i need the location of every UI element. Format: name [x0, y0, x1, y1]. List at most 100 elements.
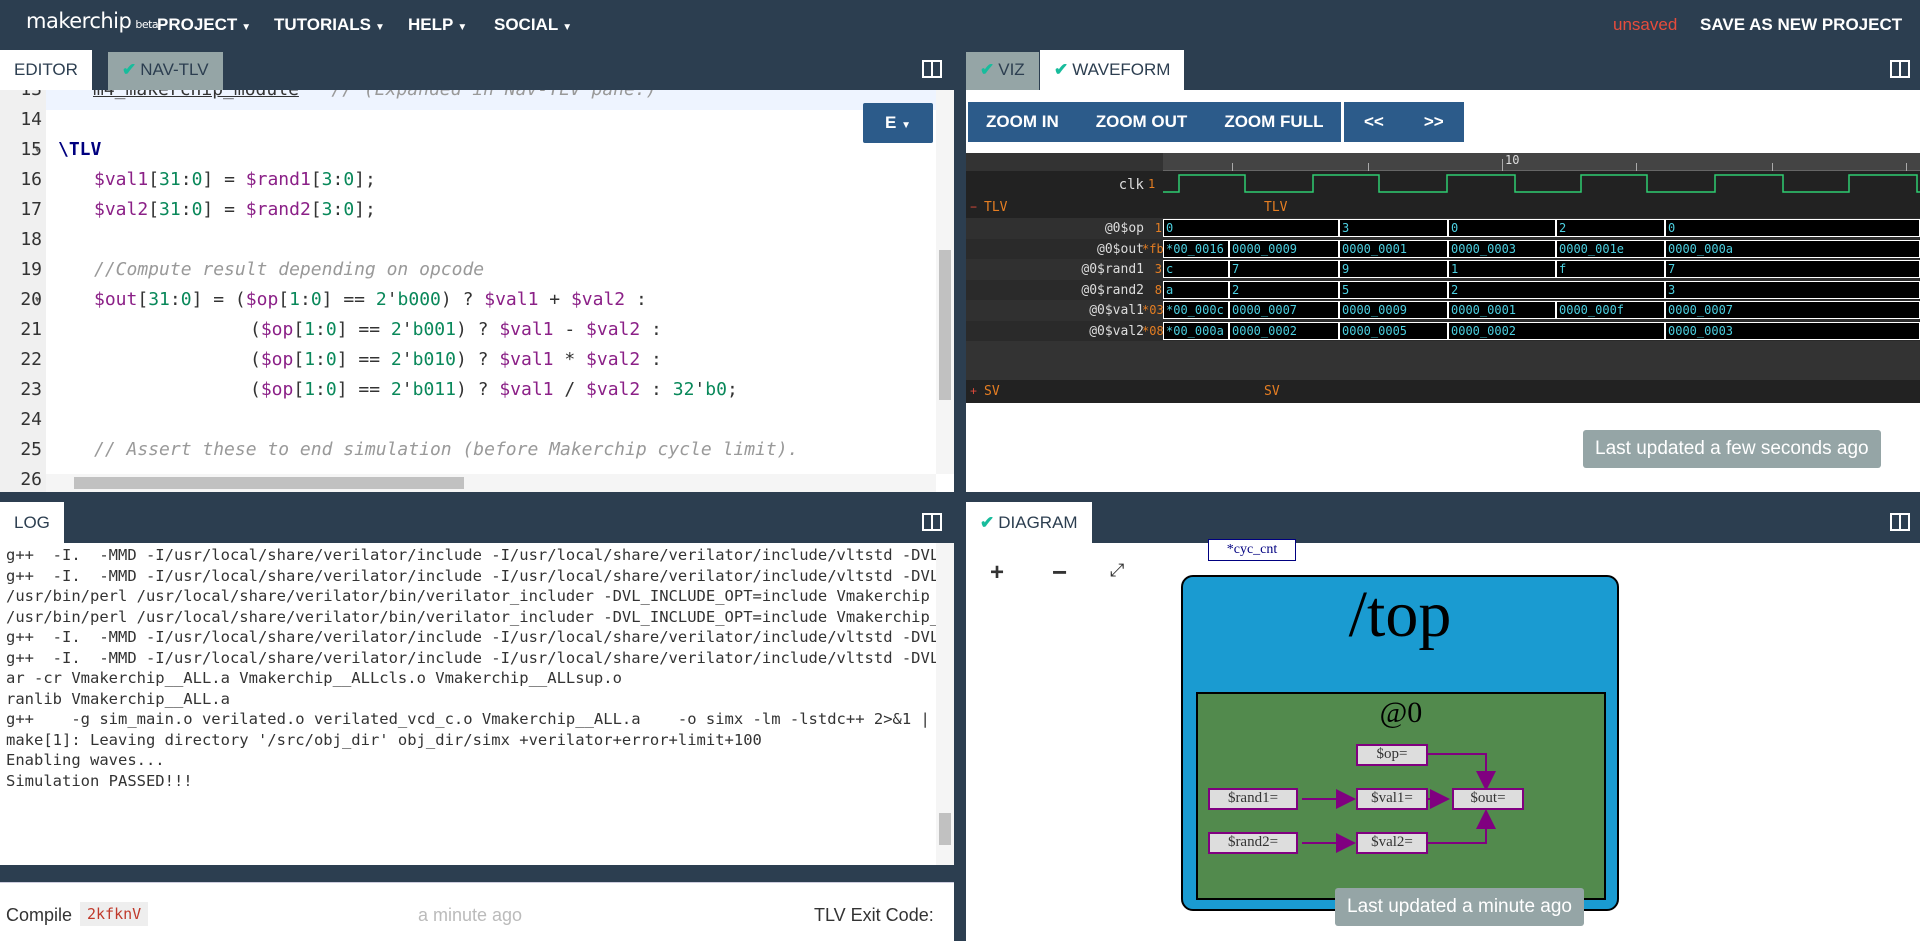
- signal-value: 7: [1665, 260, 1920, 278]
- line-number: 22: [20, 349, 42, 370]
- signal-value: 0000_0003: [1665, 321, 1920, 340]
- tab-viz[interactable]: ✔ VIZ: [966, 52, 1039, 90]
- signal-value: 3: [1339, 219, 1448, 237]
- makerchip-logo[interactable]: makerchip beta: [26, 9, 159, 33]
- waveform-viewer[interactable]: 10 clk 1 − TLV TLV @0$op 1 0 3 0 2 0 @0$out *fb *…: [966, 153, 1920, 403]
- split-view-icon[interactable]: [1890, 60, 1910, 78]
- save-as-new-project-button[interactable]: SAVE AS NEW PROJECT: [1700, 15, 1902, 35]
- menu-project-label: PROJECT: [157, 15, 238, 34]
- signal-name: @0$rand2: [1081, 282, 1144, 298]
- wave-row[interactable]: @0$val2 *08 *00_000a 0000_0002 0000_0005 0000…: [966, 320, 1920, 341]
- editor-horizontal-scrollbar[interactable]: [46, 474, 936, 492]
- wave-row[interactable]: @0$out *fb *00_0016 0000_0009 0000_0001 0000_…: [966, 238, 1920, 259]
- scope-label: TLV: [1264, 200, 1288, 215]
- node-val1[interactable]: $val1=: [1356, 788, 1428, 810]
- signal-name: @0$op: [1104, 221, 1144, 236]
- tab-editor[interactable]: EDITOR: [0, 50, 92, 90]
- nav-button-group: << >>: [1344, 102, 1464, 142]
- horizontal-splitter[interactable]: [0, 492, 1920, 502]
- check-icon: ✔: [122, 60, 137, 79]
- signal-value: 3: [1665, 280, 1920, 299]
- signal-value: 0: [1163, 219, 1339, 237]
- caret-down-icon: ▼: [562, 22, 573, 33]
- code-comment: // (Expanded in Nav-TLV pane.): [299, 90, 656, 100]
- line-number: 16: [20, 169, 42, 190]
- node-rand2[interactable]: $rand2=: [1208, 832, 1298, 854]
- signal-value: 0000_001e: [1556, 239, 1665, 258]
- wave-scope-sv[interactable]: + SV SV: [966, 380, 1920, 403]
- menu-project[interactable]: PROJECT ▼: [157, 15, 251, 35]
- log-output[interactable]: g++ -I. -MMD -I/usr/local/share/verilato…: [0, 543, 954, 865]
- caret-down-icon: ▼: [374, 22, 385, 33]
- line-number: 17: [20, 199, 42, 220]
- menu-social[interactable]: SOCIAL ▼: [494, 15, 572, 35]
- wave-row[interactable]: @0$val1 *03 *00_000c 0000_0007 0000_0009 0000…: [966, 300, 1920, 321]
- signal-value: 0000_0009: [1229, 239, 1339, 258]
- wave-scope-tlv[interactable]: − TLV TLV: [966, 196, 1920, 218]
- signal-name: @0$val2: [1089, 323, 1144, 339]
- zoom-in-icon[interactable]: +: [990, 559, 1004, 587]
- collapse-icon[interactable]: −: [970, 200, 977, 214]
- log-vertical-scrollbar[interactable]: [936, 543, 954, 865]
- zoom-in-button[interactable]: ZOOM IN: [968, 102, 1077, 142]
- check-icon: ✔: [980, 513, 995, 532]
- code-comment: //Compute result depending on opcode: [94, 259, 485, 280]
- tab-log[interactable]: LOG: [0, 502, 64, 543]
- zoom-out-button[interactable]: ZOOM OUT: [1076, 102, 1207, 142]
- split-view-icon[interactable]: [922, 60, 942, 78]
- editor-vertical-scrollbar[interactable]: [936, 90, 954, 474]
- fold-arrow-icon[interactable]: ▾: [34, 285, 41, 315]
- tab-nav-tlv[interactable]: ✔ NAV-TLV: [108, 52, 223, 90]
- zoom-full-button[interactable]: ZOOM FULL: [1206, 102, 1342, 142]
- signal-value: 1: [1448, 260, 1556, 278]
- wave-row[interactable]: @0$op 1 0 3 0 2 0: [966, 218, 1920, 239]
- scope-name: TLV: [984, 200, 1008, 215]
- line-number: 24: [20, 409, 42, 430]
- signal-count: 3: [1154, 262, 1162, 276]
- signal-value: 0000_000a: [1665, 239, 1920, 258]
- split-view-icon[interactable]: [1890, 513, 1910, 531]
- compile-id-badge[interactable]: 2kfknV: [80, 902, 149, 926]
- expand-icon[interactable]: +: [970, 384, 977, 398]
- code-comment: // Assert these to end simulation (befor…: [94, 439, 799, 460]
- signal-count: 8: [1154, 282, 1162, 297]
- log-line: Simulation PASSED!!!: [6, 771, 193, 790]
- node-val2[interactable]: $val2=: [1356, 832, 1428, 854]
- node-op[interactable]: $op=: [1356, 744, 1428, 766]
- diagram-canvas[interactable]: + − ⤢ *cyc_cnt /top @0 $op= $rand1= $val…: [966, 539, 1920, 941]
- wave-row[interactable]: @0$rand2 8 a 2 5 2 3: [966, 279, 1920, 300]
- wave-row[interactable]: @0$rand1 3 c 7 9 1 f 7: [966, 259, 1920, 280]
- code-token: \TLV: [58, 139, 102, 160]
- line-number: 25: [20, 439, 42, 460]
- node-out[interactable]: $out=: [1452, 788, 1524, 810]
- signal-value: 0000_0005: [1339, 321, 1448, 340]
- scroll-right-button[interactable]: >>: [1403, 102, 1464, 142]
- compile-status-bar: Compile 2kfknV a minute ago TLV Exit Cod…: [0, 882, 954, 941]
- diagram-last-updated: Last updated a minute ago: [1335, 888, 1585, 926]
- top-scope-box[interactable]: /top @0 $op= $rand1= $val1= $out= $rand2…: [1181, 575, 1619, 911]
- unsaved-indicator: unsaved: [1613, 15, 1678, 34]
- line-number: 21: [20, 319, 42, 340]
- signal-value: *00_000a: [1163, 321, 1229, 340]
- editor-mode-dropdown[interactable]: E ▼: [863, 103, 933, 143]
- top-scope-label: /top: [1348, 578, 1452, 651]
- cyc-cnt-node[interactable]: *cyc_cnt: [1208, 539, 1296, 561]
- zoom-out-icon[interactable]: −: [1052, 557, 1067, 588]
- signal-value: 0000_0002: [1448, 321, 1665, 340]
- signal-value: 0000_0002: [1229, 321, 1339, 340]
- caret-down-icon: ▼: [901, 120, 911, 131]
- signal-count: *03: [1142, 303, 1164, 317]
- menu-tutorials[interactable]: TUTORIALS ▼: [274, 15, 385, 35]
- split-view-icon[interactable]: [922, 513, 942, 531]
- scope-name: SV: [984, 384, 1000, 399]
- node-rand1[interactable]: $rand1=: [1208, 788, 1298, 810]
- code-editor[interactable]: 13 m4_makerchip_module // (Expanded in Na…: [0, 90, 954, 492]
- scroll-left-button[interactable]: <<: [1344, 102, 1404, 142]
- menu-help[interactable]: HELP ▼: [408, 15, 467, 35]
- tab-waveform[interactable]: ✔ WAVEFORM: [1040, 50, 1185, 90]
- fold-arrow-icon[interactable]: ▾: [34, 135, 41, 165]
- stage-box[interactable]: @0 $op= $rand1= $val1= $out= $rand2= $va…: [1196, 692, 1606, 900]
- fit-view-icon[interactable]: ⤢: [1110, 560, 1124, 581]
- signal-value: f: [1556, 260, 1665, 278]
- tab-diagram[interactable]: ✔ DIAGRAM: [966, 502, 1092, 543]
